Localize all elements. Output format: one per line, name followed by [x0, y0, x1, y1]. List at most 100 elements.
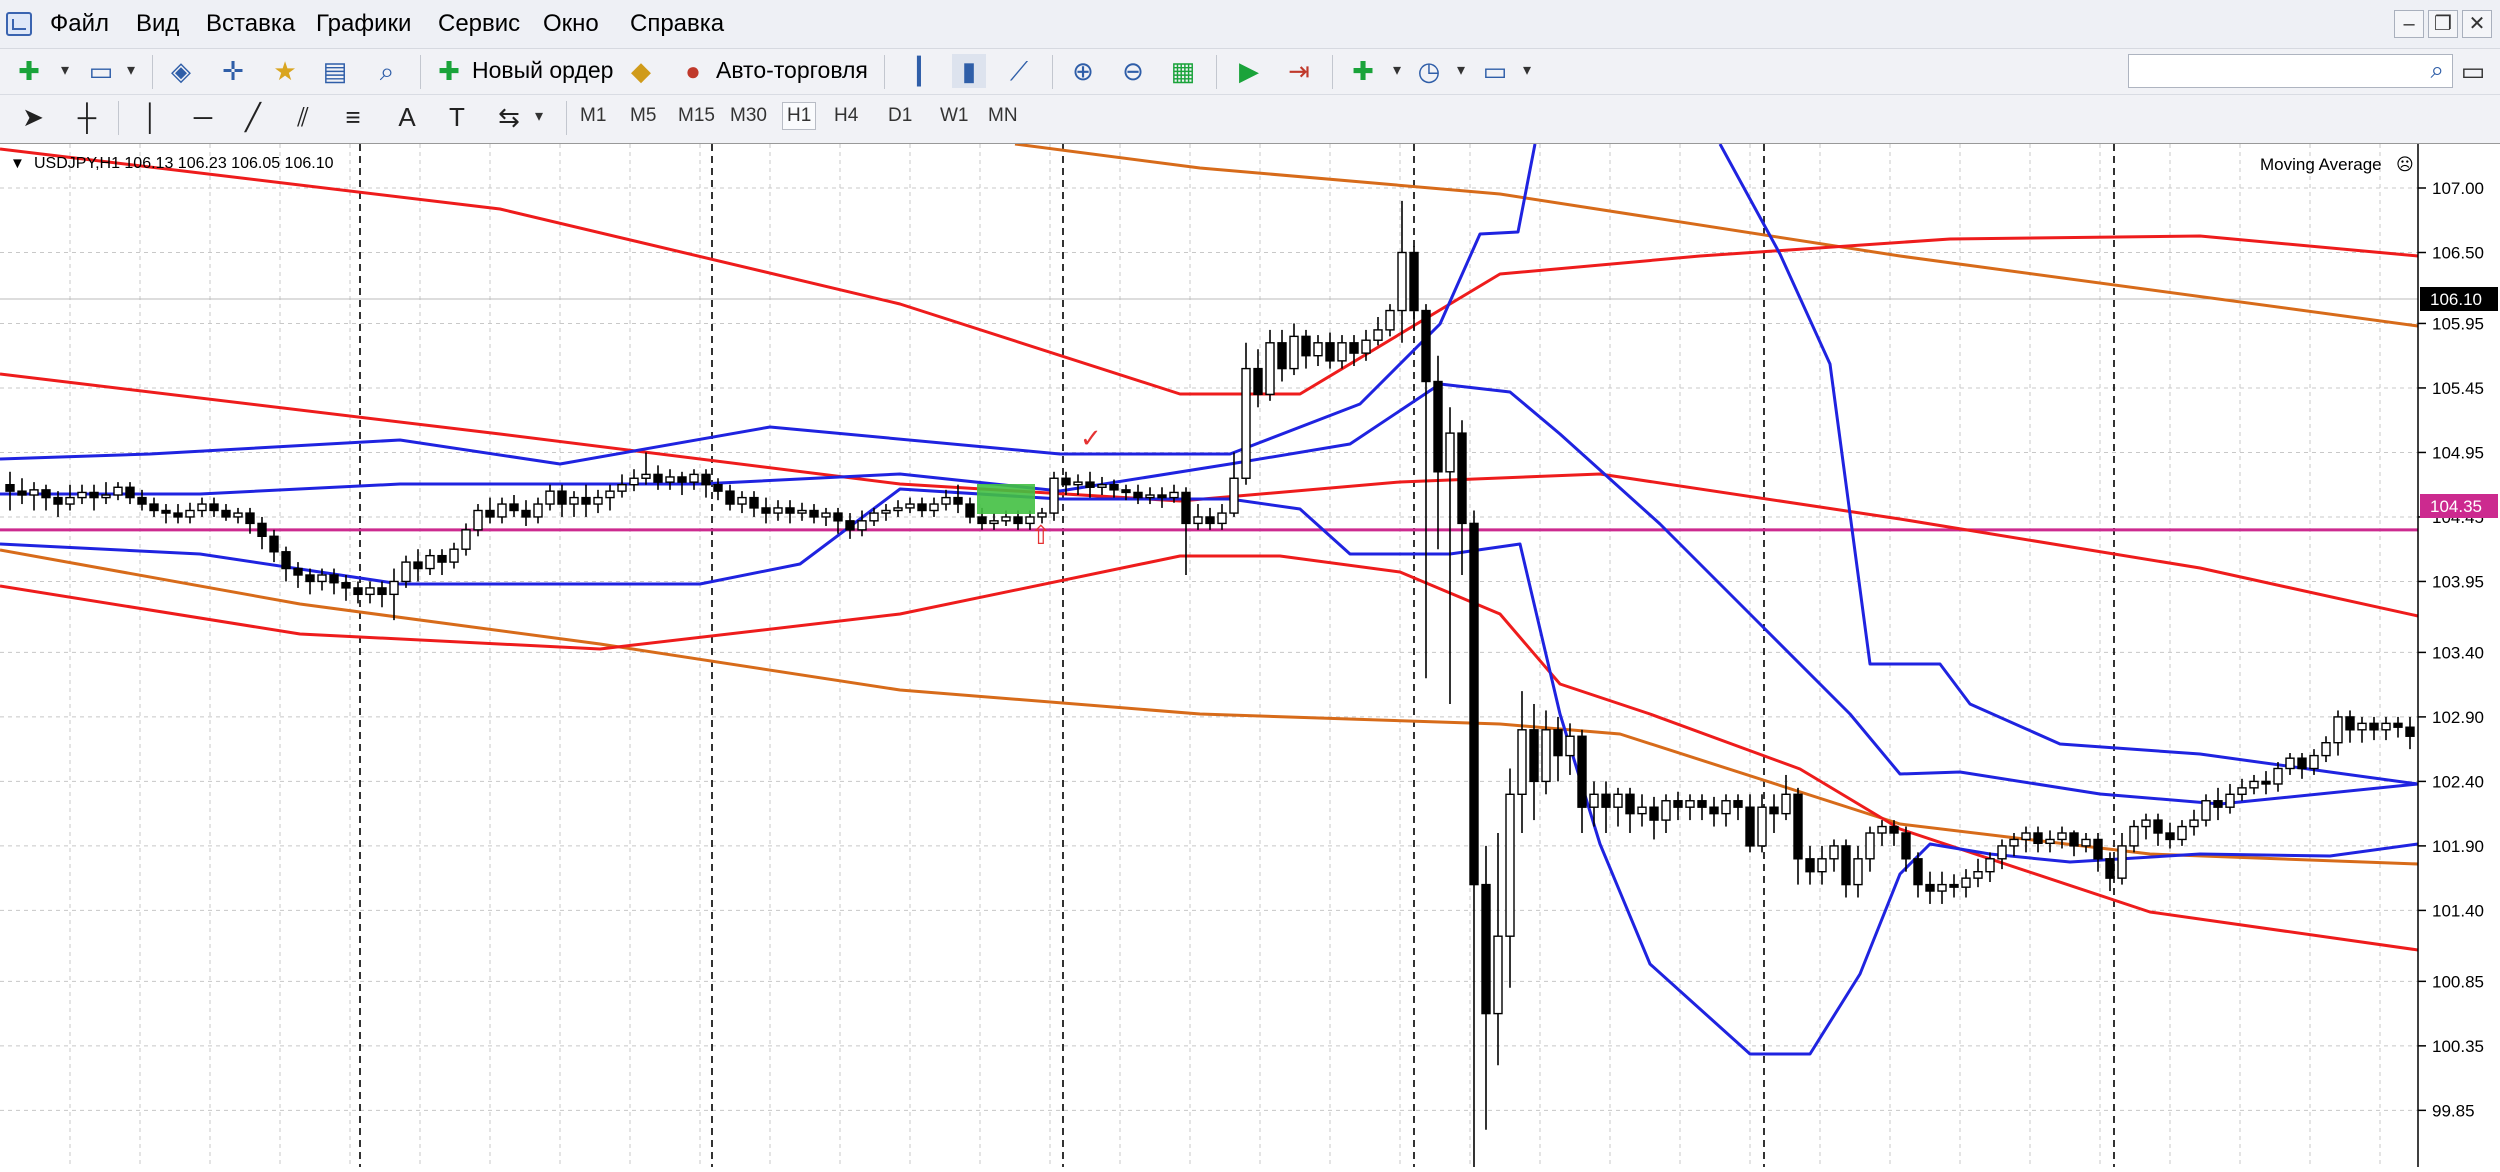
bar-chart-icon[interactable]: ┃: [902, 54, 936, 88]
chevron-down-icon[interactable]: ▾: [114, 54, 148, 88]
candle-body: [149, 503, 159, 512]
templates-icon[interactable]: ▭: [1478, 54, 1512, 88]
candle-body: [1745, 806, 1755, 847]
minimize-icon[interactable]: –: [2394, 10, 2424, 38]
new-chart-icon[interactable]: ✚: [12, 54, 46, 88]
text-label-icon[interactable]: T: [440, 100, 474, 134]
timeframe-m15[interactable]: M15: [678, 105, 715, 127]
profiles-icon[interactable]: ▭: [84, 54, 118, 88]
candle-body: [2297, 757, 2307, 770]
timeframe-m30[interactable]: M30: [730, 105, 767, 127]
timeframe-w1[interactable]: W1: [940, 105, 969, 127]
arrows-icon[interactable]: ⇆: [492, 100, 526, 134]
horizontal-line-icon[interactable]: ─: [186, 100, 220, 134]
vertical-line-icon[interactable]: │: [134, 100, 168, 134]
data-window-icon[interactable]: ✛: [216, 54, 250, 88]
indicators-icon[interactable]: ✚: [1346, 54, 1380, 88]
cursor-icon[interactable]: ➤: [16, 100, 50, 134]
timeframe-h4[interactable]: H4: [834, 105, 858, 127]
chevron-down-icon[interactable]: ▾: [1444, 54, 1478, 88]
candle-body: [977, 516, 987, 525]
market-watch-icon[interactable]: ◈: [164, 54, 198, 88]
toolbar-divider: [152, 55, 153, 89]
auto-scroll-icon[interactable]: ▶: [1232, 54, 1266, 88]
candle-body: [2321, 742, 2331, 757]
crosshair-icon[interactable]: ┼: [70, 100, 104, 134]
autotrading-button[interactable]: Авто-торговля: [716, 57, 868, 84]
candle-body: [245, 512, 255, 525]
candle-body: [2177, 825, 2187, 841]
candle-body: [341, 582, 351, 589]
new-order-icon[interactable]: ✚: [432, 54, 466, 88]
candle-body: [689, 473, 699, 483]
menu-window[interactable]: Окно: [543, 10, 599, 38]
candle-body: [1769, 806, 1779, 815]
navigator-icon[interactable]: ★: [268, 54, 302, 88]
equidistant-channel-icon[interactable]: ⫽: [286, 100, 320, 134]
chart-window[interactable]: ⇧ ✓ 107.00106.50105.95105.45104.95104.45…: [0, 142, 2500, 1172]
price-chart[interactable]: ⇧ ✓ 107.00106.50105.95105.45104.95104.45…: [0, 142, 2500, 1172]
menu-help[interactable]: Справка: [630, 10, 724, 38]
chart-shift-icon[interactable]: ⇥: [1282, 54, 1316, 88]
chat-icon[interactable]: ▭: [2456, 54, 2490, 88]
candle-body: [2057, 832, 2067, 841]
candle-body: [881, 509, 891, 514]
strategy-tester-icon[interactable]: ⌕: [370, 54, 404, 88]
candle-body: [1505, 793, 1515, 937]
candle-body: [521, 509, 531, 518]
price-tick-label: 101.90: [2432, 837, 2484, 856]
candle-body: [1241, 367, 1251, 479]
candle-body: [1469, 522, 1479, 886]
menu-file[interactable]: Файл: [50, 10, 109, 38]
tile-windows-icon[interactable]: ▦: [1166, 54, 1200, 88]
fibonacci-icon[interactable]: ≡: [336, 100, 370, 134]
candlestick-icon[interactable]: ▮: [952, 54, 986, 88]
new-order-button[interactable]: Новый ордер: [472, 57, 613, 84]
candle-body: [89, 491, 99, 499]
app-icon[interactable]: [6, 12, 32, 36]
chevron-down-icon[interactable]: ▾: [1380, 54, 1414, 88]
trendline-icon[interactable]: ╱: [236, 100, 270, 134]
timeframe-h1[interactable]: H1: [782, 102, 817, 130]
candle-body: [1805, 858, 1815, 873]
candle-body: [857, 520, 867, 531]
timeframe-d1[interactable]: D1: [888, 105, 912, 127]
timeframe-m1[interactable]: M1: [580, 105, 606, 127]
chevron-down-icon[interactable]: ▾: [1510, 54, 1544, 88]
zoom-in-icon[interactable]: ⊕: [1066, 54, 1100, 88]
candle-body: [677, 476, 687, 483]
candle-body: [1457, 432, 1467, 525]
close-icon[interactable]: ✕: [2462, 10, 2492, 38]
search-icon[interactable]: ⌕: [2431, 57, 2444, 85]
autotrading-icon[interactable]: ●: [676, 54, 710, 88]
candle-body: [1085, 481, 1095, 488]
candle-body: [1433, 380, 1443, 473]
candle-body: [2021, 832, 2031, 841]
price-tick-label: 102.90: [2432, 708, 2484, 727]
toolbar-divider: [566, 101, 567, 135]
menu-insert[interactable]: Вставка: [206, 10, 295, 38]
restore-icon[interactable]: ❐: [2428, 10, 2458, 38]
timeframe-m5[interactable]: M5: [630, 105, 656, 127]
timeframe-mn[interactable]: MN: [988, 105, 1018, 127]
search-input[interactable]: ⌕: [2128, 54, 2453, 88]
text-icon[interactable]: A: [390, 100, 424, 134]
chevron-down-icon[interactable]: ▾: [48, 54, 82, 88]
candle-body: [113, 486, 123, 496]
candle-body: [869, 512, 879, 522]
metaeditor-icon[interactable]: ◆: [624, 54, 658, 88]
candle-body: [1721, 800, 1731, 815]
terminal-icon[interactable]: ▤: [318, 54, 352, 88]
periods-icon[interactable]: ◷: [1412, 54, 1446, 88]
candle-body: [1277, 342, 1287, 370]
candle-body: [1397, 251, 1407, 312]
candle-body: [257, 522, 267, 537]
candle-body: [1853, 858, 1863, 886]
chevron-down-icon[interactable]: ▾: [522, 100, 556, 134]
menu-view[interactable]: Вид: [136, 10, 179, 38]
zoom-out-icon[interactable]: ⊖: [1116, 54, 1150, 88]
menu-charts[interactable]: Графики: [316, 10, 411, 38]
candle-body: [101, 494, 111, 499]
menu-tools[interactable]: Сервис: [438, 10, 520, 38]
line-chart-icon[interactable]: ⟋: [1002, 54, 1036, 88]
